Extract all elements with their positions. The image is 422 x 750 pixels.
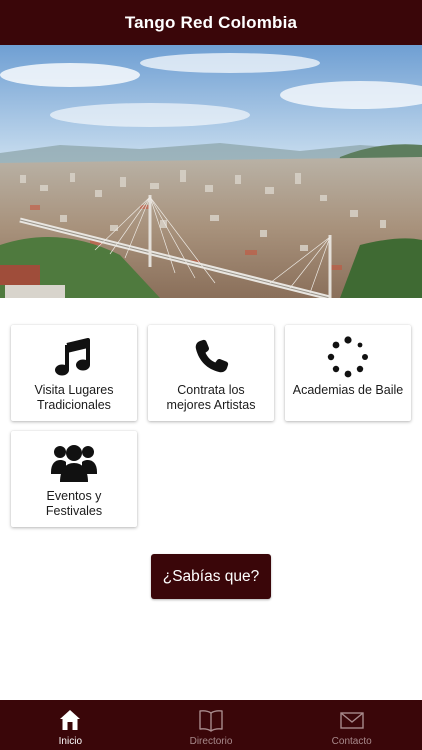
app-header: Tango Red Colombia [0,0,422,45]
book-icon [198,708,224,732]
app-title: Tango Red Colombia [124,12,298,32]
tile-label: Visita Lugares Tradicionales [34,383,114,412]
sabias-que-button[interactable]: ¿Sabías que? [151,554,271,599]
bottom-tab-bar: Inicio Directorio Contacto [0,700,422,750]
spinner-icon [327,336,369,378]
tab-contacto[interactable]: Contacto [281,700,422,750]
phone-icon [191,337,231,377]
tab-label: Directorio [189,736,233,747]
tile-label: Academias de Baile [292,383,404,397]
city-panorama-image [0,45,422,298]
tile-contrata-artistas[interactable]: Contrata los mejores Artistas [148,325,274,421]
tile-visita-lugares[interactable]: Visita Lugares Tradicionales [11,325,137,421]
tile-eventos-festivales[interactable]: Eventos y Festivales [11,431,137,527]
tile-label: Eventos y Festivales [45,489,103,518]
tab-label: Contacto [331,736,372,747]
tile-label: Contrata los mejores Artistas [166,383,256,412]
tab-label: Inicio [58,736,83,747]
tab-directorio[interactable]: Directorio [141,700,282,750]
tile-academias-baile[interactable]: Academias de Baile [285,325,411,421]
envelope-icon [339,708,365,732]
home-icon [58,708,82,732]
hero-image [0,45,422,298]
music-note-icon [54,337,94,377]
group-icon [50,443,98,483]
tab-inicio[interactable]: Inicio [0,700,141,750]
